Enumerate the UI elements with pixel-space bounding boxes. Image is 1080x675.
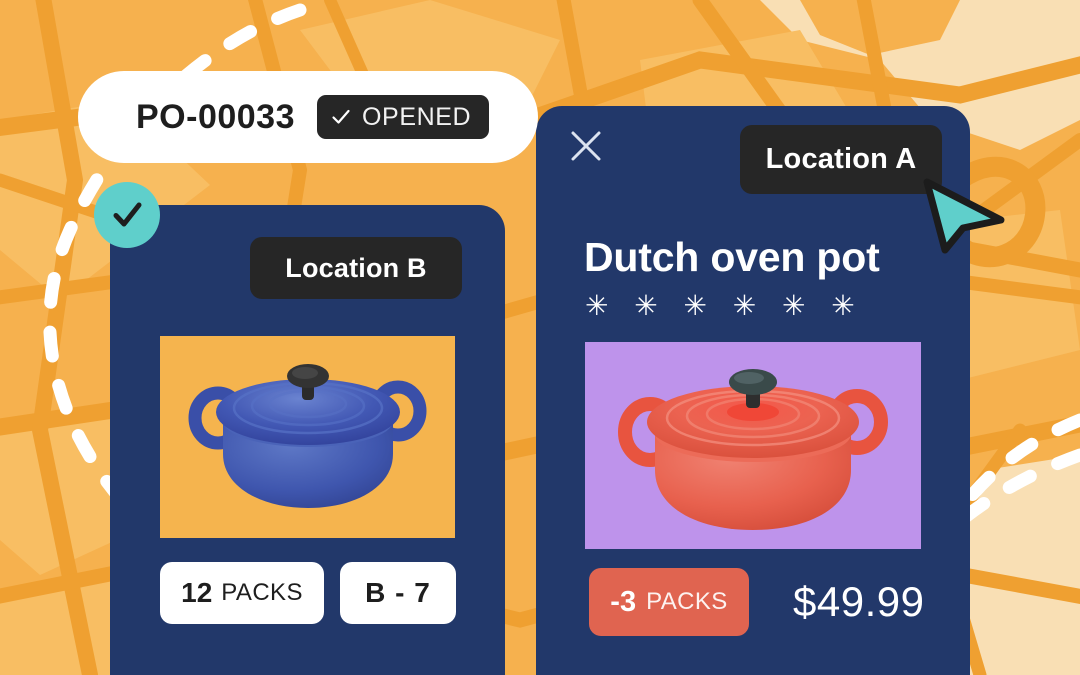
location-chip-a[interactable]: Location A — [740, 125, 942, 194]
packs-unit-b: PACKS — [221, 579, 303, 606]
price-label: $49.99 — [793, 578, 925, 625]
badge-row-location-b: 12 PACKS B - 7 — [160, 562, 456, 624]
po-number: PO-00033 — [136, 97, 295, 136]
bin-value-b: B - 7 — [365, 577, 431, 608]
red-dutch-oven-photo — [585, 342, 921, 549]
location-chip-a-label: Location A — [765, 143, 917, 175]
packs-qty-b: 12 — [181, 577, 213, 608]
bin-badge-b[interactable]: B - 7 — [340, 562, 456, 624]
check-icon — [113, 202, 142, 227]
product-card-location-b[interactable]: Location B 12 PACKS B - 7 — [110, 205, 505, 675]
app-stage: PO-00033 OPENED Location B 12 PACKS B - … — [0, 0, 1080, 675]
product-rating: ✳ ✳ ✳ ✳ ✳ ✳ — [585, 290, 864, 321]
close-icon[interactable] — [569, 129, 603, 163]
cursor-arrow-icon — [915, 176, 1007, 254]
product-card-location-a[interactable]: Location A Dutch oven pot ✳ ✳ ✳ ✳ ✳ ✳ -3… — [536, 106, 970, 675]
po-banner: PO-00033 OPENED — [78, 71, 538, 163]
badge-row-location-a: -3 PACKS $49.99 — [589, 568, 924, 636]
packs-badge-b[interactable]: 12 PACKS — [160, 562, 324, 624]
page-title: Dutch oven pot — [584, 234, 880, 280]
packs-badge-a[interactable]: -3 PACKS — [589, 568, 749, 636]
blue-dutch-oven-photo — [160, 336, 455, 538]
status-badge-label: OPENED — [362, 102, 472, 131]
location-chip-b-label: Location B — [285, 252, 427, 283]
status-badge[interactable]: OPENED — [317, 95, 490, 139]
verified-check-marker — [94, 182, 160, 248]
check-icon — [332, 109, 350, 124]
location-chip-b[interactable]: Location B — [250, 237, 462, 299]
packs-unit-a: PACKS — [646, 588, 728, 615]
packs-qty-a: -3 — [610, 585, 637, 618]
